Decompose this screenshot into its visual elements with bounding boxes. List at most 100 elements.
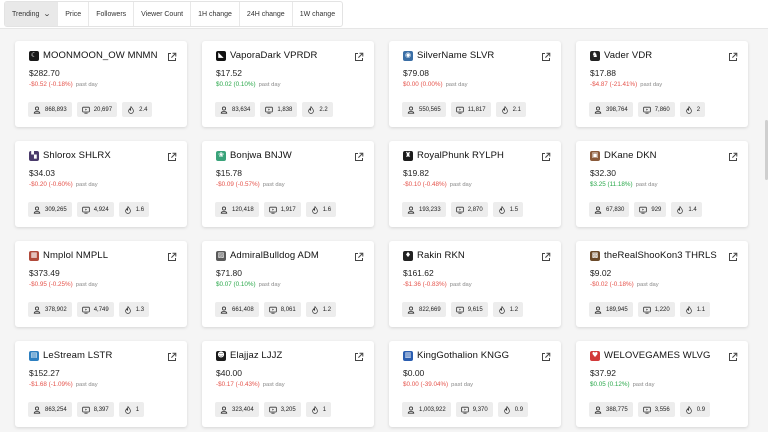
fire-icon [685,105,697,114]
external-link-icon[interactable] [354,149,364,161]
user-icon [594,406,606,414]
user-icon [33,406,45,414]
stock-price: $71.80 [216,268,242,278]
card-header: ▥ KingGothalion KNGG [403,350,509,361]
external-link-icon[interactable] [354,249,364,261]
external-link-icon[interactable] [728,349,738,361]
sort-tab-price[interactable]: Price [57,2,88,26]
streamer-name[interactable]: AdmiralBulldog ADM [230,250,319,261]
stock-price: $32.30 [590,168,616,178]
sort-tab-1h-change[interactable]: 1H change [190,2,239,26]
fire-icon [127,105,139,114]
fire-icon [311,205,323,214]
card-stats: 661,408 8,061 1.2 [215,302,341,317]
sort-tab-1w-change[interactable]: 1W change [291,2,342,26]
trend-score-badge-value: 1.5 [509,206,519,213]
stock-price: $9.02 [590,268,612,278]
streamer-name[interactable]: Bonjwa BNJW [230,150,292,161]
external-link-icon[interactable] [728,149,738,161]
sort-tab-followers[interactable]: Followers [88,2,133,26]
card-header: ▦ Nmplol NMPLL [29,250,108,261]
external-link-icon[interactable] [167,149,177,161]
stock-card[interactable]: ❀ Bonjwa BNJW $15.78 -$0.09 (-0.57%) past da… [202,141,374,227]
followers-badge: 189,945 [589,302,633,317]
stock-card[interactable]: ♥ WELOVEGAMES WLVG $37.92 $0.05 (0.12%) past… [576,341,748,427]
price-change-value: -$0.20 (-0.60%) [29,181,73,188]
past-day-label: past day [262,382,285,388]
external-link-icon[interactable] [541,349,551,361]
card-header: ▩ theRealShooKon3 THRLS [590,250,717,261]
streamer-name[interactable]: DKane DKN [604,150,657,161]
external-link-icon[interactable] [354,349,364,361]
sort-tab-viewer-count[interactable]: Viewer Count [133,2,190,26]
trend-score-badge: 1.6 [305,202,337,217]
external-link-icon[interactable] [728,249,738,261]
streamer-name[interactable]: VaporaDark VPRDR [230,50,317,61]
card-header: ◣ VaporaDark VPRDR [216,50,317,61]
viewer-count-icon [81,406,94,414]
external-link-icon[interactable] [167,49,177,61]
trend-score-badge-value: 0.9 [696,406,706,413]
followers-badge: 398,764 [589,102,633,117]
stock-price: $79.08 [403,68,429,78]
streamer-name[interactable]: MOONMOON_OW MNMN [43,50,158,61]
stock-card[interactable]: ☻ Elajjaz LJJZ $40.00 -$0.17 (-0.43%) past d… [202,341,374,427]
card-stats: 309,265 4,924 1.6 [28,202,154,217]
past-day-label: past day [445,82,468,88]
card-header: ☻ Elajjaz LJJZ [216,350,282,361]
external-link-icon[interactable] [541,49,551,61]
external-link-icon[interactable] [167,349,177,361]
stock-card[interactable]: ▣ DKane DKN $32.30 $3.25 (11.18%) past day 67… [576,141,748,227]
followers-badge: 83,634 [215,102,256,117]
card-stats: 398,764 7,860 2 [589,102,710,117]
stock-card[interactable]: ▤ LeStream LSTR $152.27 -$1.68 (-1.09%) past… [15,341,187,427]
stock-card[interactable]: ▩ theRealShooKon3 THRLS $9.02 -$0.02 (-0.18… [576,241,748,327]
streamer-name[interactable]: Rakin RKN [417,250,465,261]
streamer-name[interactable]: Elajjaz LJJZ [230,350,282,361]
external-link-icon[interactable] [541,149,551,161]
streamer-name[interactable]: KingGothalion KNGG [417,350,509,361]
streamer-name[interactable]: Nmplol NMPLL [43,250,108,261]
card-header: ♞ Vader VDR [590,50,652,61]
followers-badge: 863,254 [28,402,72,417]
user-icon [594,306,606,314]
price-change-value: -$0.10 (-0.48%) [403,181,447,188]
streamer-name[interactable]: RoyalPhunk RYLPH [417,150,504,161]
price-change-value: $0.00 (-39.04%) [403,381,449,388]
viewers-badge-value: 3,556 [654,406,670,413]
viewers-badge: 7,860 [637,102,675,117]
sort-tab-trending[interactable]: Trending ⌄ [5,2,58,26]
card-header: ▨ AdmiralBulldog ADM [216,250,319,261]
streamer-logo-icon: ▚ [29,150,39,161]
stock-card[interactable]: ♜ RoyalPhunk RYLPH $19.82 -$0.10 (-0.48%) pa… [389,141,561,227]
streamer-name[interactable]: WELOVEGAMES WLVG [604,350,710,361]
external-link-icon[interactable] [728,49,738,61]
price-change: $0.02 (0.10%) past day [216,81,280,88]
streamer-name[interactable]: theRealShooKon3 THRLS [604,250,717,261]
streamer-name[interactable]: SilverName SLVR [417,50,494,61]
followers-badge-value: 863,254 [45,406,67,413]
stock-card[interactable]: ▦ Nmplol NMPLL $373.49 -$0.95 (-0.25%) past … [15,241,187,327]
streamer-logo-icon: ▣ [590,150,600,161]
streamer-name[interactable]: LeStream LSTR [43,350,112,361]
stock-card[interactable]: ▥ KingGothalion KNGG $0.00 $0.00 (-39.04%) p… [389,341,561,427]
price-change-value: -$0.52 (-0.18%) [29,81,73,88]
stock-card[interactable]: ♞ Vader VDR $17.88 -$4.87 (-21.41%) past day… [576,41,748,127]
stock-card[interactable]: ▚ Shlorox SHLRX $34.03 -$0.20 (-0.60%) past … [15,141,187,227]
external-link-icon[interactable] [167,249,177,261]
stock-card[interactable]: ♦ Rakin RKN $161.62 -$1.36 (-0.83%) past day… [389,241,561,327]
streamer-name[interactable]: Vader VDR [604,50,652,61]
viewers-badge: 929 [634,202,667,217]
stock-card[interactable]: ☾ MOONMOON_OW MNMN $282.70 -$0.52 (-0.18%) p… [15,41,187,127]
viewers-badge: 9,370 [455,402,493,417]
sort-tab-24h-change[interactable]: 24H change [238,2,292,26]
external-link-icon[interactable] [541,249,551,261]
stock-card[interactable]: ▨ AdmiralBulldog ADM $71.80 $0.07 (0.10%) pa… [202,241,374,327]
stock-card[interactable]: ◉ SilverName SLVR $79.08 $0.00 (0.00%) past … [389,41,561,127]
external-link-icon[interactable] [354,49,364,61]
sort-tab-label: Viewer Count [141,10,184,18]
followers-badge: 67,830 [589,202,630,217]
stock-card[interactable]: ◣ VaporaDark VPRDR $17.52 $0.02 (0.10%) past… [202,41,374,127]
streamer-name[interactable]: Shlorox SHLRX [43,150,111,161]
followers-badge-value: 83,634 [232,106,251,113]
